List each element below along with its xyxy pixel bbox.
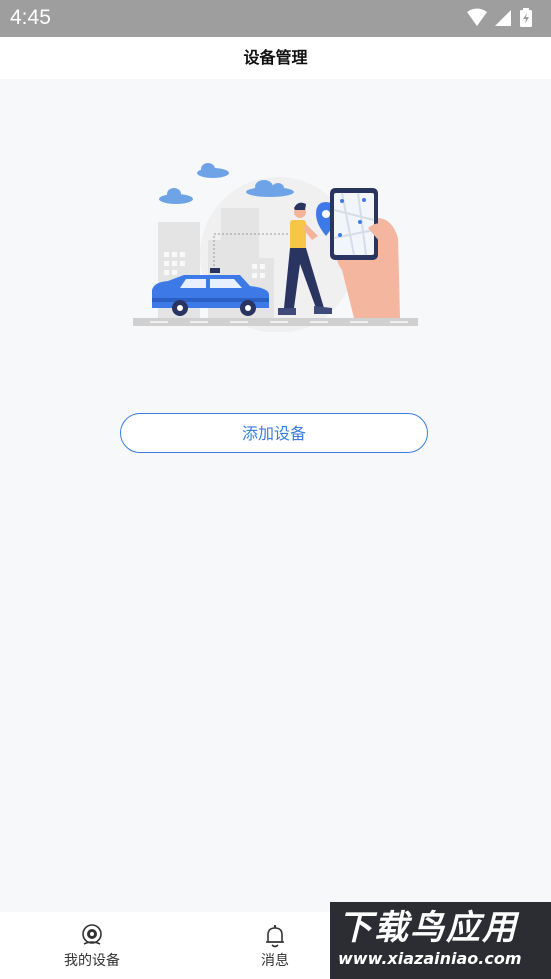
watermark-url: www.xiazainiao.com	[338, 949, 522, 968]
page-title: 设备管理	[0, 37, 551, 79]
watermark-title: 下载鸟应用	[338, 908, 518, 948]
status-time: 4:45	[10, 6, 51, 29]
status-bar: 4:45	[0, 0, 551, 37]
tab-messages-label: 消息	[261, 953, 289, 969]
empty-state-illustration	[128, 160, 423, 333]
status-icons	[465, 7, 543, 29]
add-device-button[interactable]: 添加设备	[120, 413, 428, 453]
tab-messages[interactable]: 消息	[215, 912, 335, 979]
camera-icon	[80, 924, 104, 950]
battery-charging-icon	[520, 8, 532, 27]
wifi-icon	[467, 8, 487, 26]
tab-my-devices-label: 我的设备	[64, 953, 120, 969]
signal-icon	[495, 10, 511, 26]
tab-my-devices[interactable]: 我的设备	[32, 912, 152, 979]
bell-icon	[264, 924, 286, 952]
watermark: 下载鸟应用 www.xiazainiao.com	[330, 902, 551, 979]
